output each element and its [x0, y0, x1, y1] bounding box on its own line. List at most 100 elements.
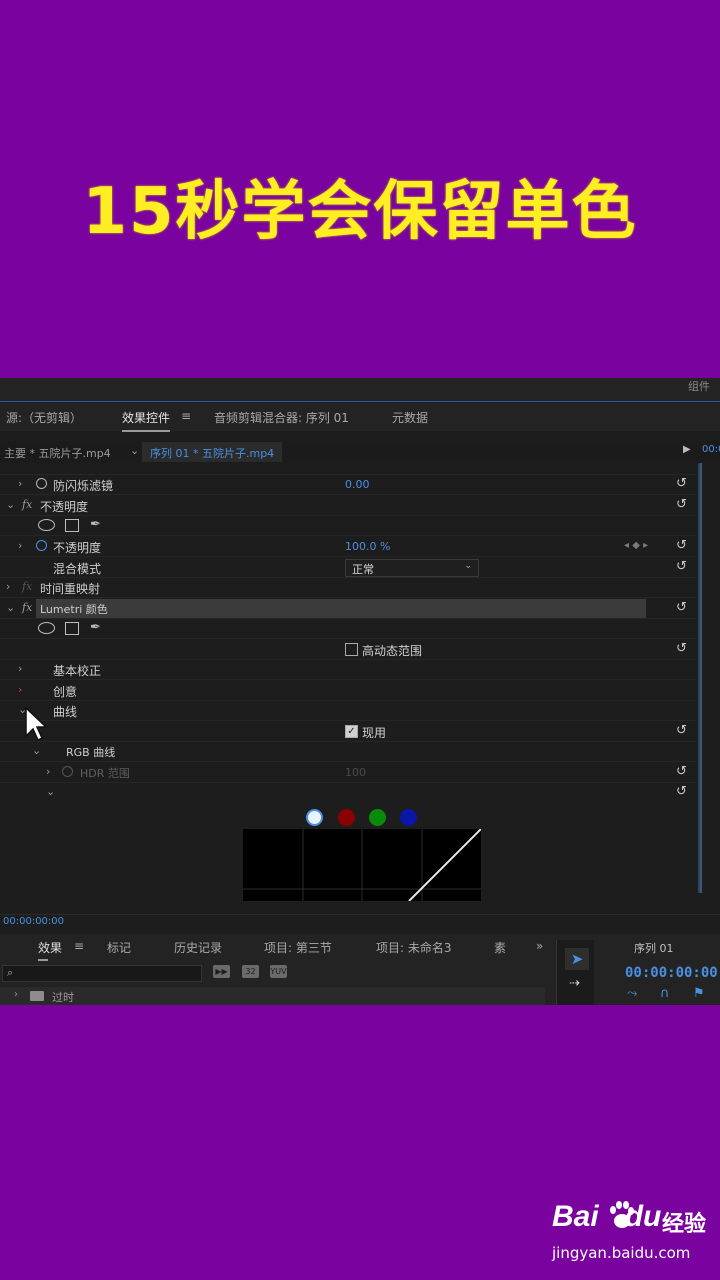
green-channel-button[interactable]: [369, 809, 386, 826]
rectangle-mask-icon[interactable]: [65, 519, 79, 532]
expand-icon[interactable]: ›: [14, 989, 18, 1000]
panel-tabs: 源:（无剪辑） 效果控件 ≡ 音频剪辑混合器: 序列 01 元数据: [0, 403, 720, 432]
panel-menu-icon[interactable]: ≡: [181, 409, 191, 423]
current-timecode[interactable]: 00:00:00:00: [3, 916, 64, 927]
rgb-curves-label: RGB 曲线: [66, 746, 116, 759]
hdr-checkbox[interactable]: [345, 643, 358, 656]
add-marker-icon[interactable]: ⚑: [693, 986, 705, 1001]
effects-list-item[interactable]: › 过时: [0, 987, 545, 1005]
tab-markers[interactable]: 标记: [107, 939, 131, 956]
effect-properties: › 防闪烁滤镜 0.00 ↺ ⌄ fx 不透明度 ↺ ✒ › 不透明度 100.…: [0, 463, 696, 903]
reset-icon[interactable]: ↺: [676, 784, 687, 799]
more-tabs-icon[interactable]: »: [536, 939, 543, 953]
tab-metadata[interactable]: 元数据: [392, 409, 428, 426]
tab-project-untitled3[interactable]: 项目: 未命名3: [376, 939, 452, 956]
stopwatch-icon[interactable]: [36, 478, 47, 489]
red-channel-button[interactable]: [338, 809, 355, 826]
collapse-icon[interactable]: ⌄: [6, 601, 15, 614]
reset-icon[interactable]: ↺: [676, 600, 687, 615]
expand-icon[interactable]: ›: [6, 580, 10, 593]
effects-menu-icon[interactable]: ≡: [74, 939, 84, 953]
blue-channel-button[interactable]: [400, 809, 417, 826]
expand-icon[interactable]: ›: [18, 539, 22, 552]
expand-icon[interactable]: ›: [46, 765, 50, 778]
ellipse-mask-icon[interactable]: [38, 519, 55, 531]
ellipse-mask-icon[interactable]: [38, 622, 55, 634]
effects-search-input[interactable]: ⌕: [2, 965, 202, 982]
hdr-range-value: 100: [345, 766, 366, 779]
paw-icon: [610, 1201, 634, 1228]
collapse-icon[interactable]: ⌄: [32, 744, 41, 757]
fx-icon[interactable]: fx: [22, 498, 32, 511]
chevron-down-icon[interactable]: ⌄: [130, 444, 139, 457]
track-select-tool-icon[interactable]: ⇢: [569, 976, 580, 991]
tab-project-section3[interactable]: 项目: 第三节: [264, 939, 332, 956]
tab-source[interactable]: 源:（无剪辑）: [6, 409, 82, 426]
scrollbar-thumb[interactable]: [698, 463, 702, 893]
reset-icon[interactable]: ↺: [676, 764, 687, 779]
white-channel-button[interactable]: [306, 809, 323, 826]
play-icon[interactable]: ▶: [683, 444, 691, 455]
effect-controls-timebar: 00:00:00:00: [0, 914, 720, 932]
reset-icon[interactable]: ↺: [676, 538, 687, 553]
fx-icon[interactable]: fx: [22, 601, 32, 614]
tab-history[interactable]: 历史记录: [174, 939, 222, 956]
32bit-effects-button[interactable]: 32: [242, 965, 259, 978]
workspace-label[interactable]: 组件: [688, 378, 710, 394]
chevron-down-icon: ⌄: [464, 561, 472, 571]
flicker-filter-value[interactable]: 0.00: [345, 478, 370, 491]
tab-audio-clip-mixer[interactable]: 音频剪辑混合器: 序列 01: [214, 409, 349, 426]
row-curves: ⌄ 曲线: [0, 701, 696, 721]
reset-icon[interactable]: ↺: [676, 723, 687, 738]
pen-mask-icon[interactable]: ✒: [90, 517, 101, 532]
sequence-timecode[interactable]: 00:00:00:00: [625, 965, 718, 981]
lumetri-highlight[interactable]: [36, 599, 646, 618]
rectangle-mask-icon[interactable]: [65, 622, 79, 635]
row-clipped: [0, 463, 696, 475]
master-clip-label[interactable]: 主要 * 五院片子.mp4: [4, 445, 111, 461]
curve-line[interactable]: [408, 829, 481, 901]
baidu-logo-text: Bai du: [552, 1200, 662, 1233]
accelerated-effects-button[interactable]: ▶▶: [213, 965, 230, 978]
reset-icon[interactable]: ↺: [676, 559, 687, 574]
row-enable: ✓ 现用 ↺: [0, 722, 696, 742]
pen-mask-icon[interactable]: ✒: [90, 620, 101, 635]
baidu-jingyan-watermark: Bai du 经验 jingyan.baidu.com: [552, 1200, 712, 1270]
tab-effects[interactable]: 效果: [38, 939, 62, 961]
sequence-clip-label[interactable]: 序列 01 * 五院片子.mp4: [142, 442, 283, 462]
sequence-name[interactable]: 序列 01: [634, 940, 674, 956]
reset-icon[interactable]: ↺: [676, 476, 687, 491]
reset-icon[interactable]: ↺: [676, 641, 687, 656]
selection-tool-icon[interactable]: ➤: [565, 948, 589, 970]
linked-selection-icon[interactable]: ∩: [660, 986, 670, 1001]
tab-truncated[interactable]: 素: [494, 939, 506, 956]
expand-icon[interactable]: ›: [18, 477, 22, 490]
list-item-label: 过时: [52, 991, 74, 1004]
row-curve-expander: ⌄ ↺: [0, 783, 696, 803]
row-lumetri-masks: ✒: [0, 619, 696, 639]
expand-icon[interactable]: ›: [18, 683, 22, 696]
vertical-scrollbar[interactable]: [697, 463, 709, 990]
snap-icon[interactable]: ⤳: [627, 986, 637, 1001]
curve-graph[interactable]: [243, 829, 481, 901]
keyframe-nav-icon[interactable]: ◂ ◆ ▸: [624, 540, 648, 551]
opacity-group-label: 不透明度: [40, 500, 89, 514]
opacity-value[interactable]: 100.0 %: [345, 540, 390, 553]
row-rgb-curves: ⌄ RGB 曲线: [0, 742, 696, 762]
row-blend-mode: 混合模式 正常 ⌄ ↺: [0, 558, 696, 578]
opacity-label: 不透明度: [53, 541, 102, 555]
collapse-icon[interactable]: ⌄: [46, 785, 55, 798]
row-basic-correction: › 基本校正: [0, 660, 696, 680]
collapse-icon[interactable]: ⌄: [6, 498, 15, 511]
stopwatch-icon[interactable]: [36, 540, 47, 551]
banner-title: 15秒学会保留单色: [82, 175, 638, 249]
mouse-cursor-icon: [25, 706, 48, 742]
blend-mode-select[interactable]: 正常 ⌄: [345, 559, 479, 577]
enable-checkbox[interactable]: ✓: [345, 725, 358, 738]
row-lumetri: ⌄ fx Lumetri 颜色 ↺: [0, 599, 696, 619]
jingyan-logo-text: 经验: [662, 1212, 707, 1237]
tab-effect-controls[interactable]: 效果控件: [122, 409, 171, 432]
yuv-effects-button[interactable]: YUV: [270, 965, 287, 978]
expand-icon[interactable]: ›: [18, 662, 22, 675]
reset-icon[interactable]: ↺: [676, 497, 687, 512]
